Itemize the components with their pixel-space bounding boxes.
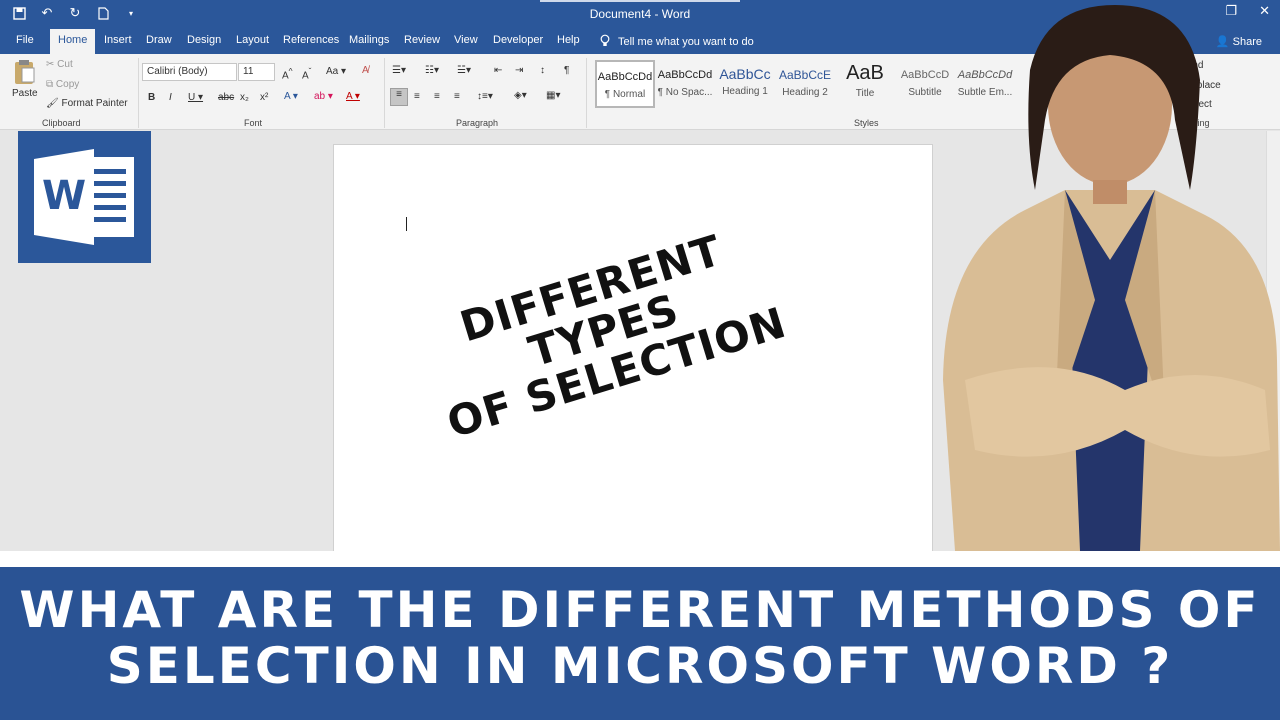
style-heading-1[interactable]: AaBbCc Heading 1 [715,60,775,108]
sort-icon[interactable]: ↕ [540,65,545,76]
tab-review[interactable]: Review [404,34,440,46]
format-painter-label: Format Painter [61,98,128,109]
banner-line-2: SELECTION IN MICROSOFT WORD ? [106,637,1174,695]
bullets-icon[interactable]: ☰▾ [392,65,406,76]
shading-icon[interactable]: ◈▾ [514,90,527,101]
lightbulb-icon [600,34,610,50]
style-no-spacing[interactable]: AaBbCcDd ¶ No Spac... [655,60,715,108]
tab-layout[interactable]: Layout [236,34,269,46]
word-logo: W [18,131,151,263]
tab-help[interactable]: Help [557,34,580,46]
bold-icon[interactable]: B [148,92,155,103]
presenter-figure-icon [943,5,1280,551]
align-right-icon[interactable]: ≡ [434,91,440,102]
document-page[interactable]: DIFFERENT TYPES OF SELECTION [333,144,933,564]
font-size-select[interactable]: 11 [238,63,275,81]
scissors-icon: ✂ [46,59,58,70]
multilevel-list-icon[interactable]: ☱▾ [457,65,471,76]
separator [138,58,139,128]
font-size-value: 11 [243,66,254,77]
text-effects-icon[interactable]: A ▾ [284,91,298,102]
line-spacing-icon[interactable]: ↕≡▾ [477,91,493,102]
separator [586,58,587,128]
strikethrough-icon[interactable]: abc [218,92,234,103]
style-normal[interactable]: AaBbCcDd ¶ Normal [595,60,655,108]
style-label: ¶ No Spac... [657,87,713,98]
tab-view[interactable]: View [454,34,478,46]
style-label: Heading 2 [782,87,828,98]
style-sample: AaBbCc [719,66,771,82]
font-group-label: Font [244,118,263,128]
thumbnail-stage: ↶ ↻ ▾ Document4 - Word ❐ ✕ File Home Ins… [0,0,1280,720]
format-painter-button[interactable]: 🖌 Format Painter [46,98,128,109]
paste-icon[interactable] [12,58,36,86]
cut-button[interactable]: ✂ Cut [46,59,73,70]
font-family-select[interactable]: Calibri (Body) [142,63,237,81]
title-accent [540,0,740,2]
italic-icon[interactable]: I [169,92,172,103]
superscript-icon[interactable]: x² [260,92,268,103]
tab-file[interactable]: File [16,34,34,46]
borders-icon[interactable]: ▦▾ [546,90,560,101]
copy-label: Copy [55,79,80,90]
copy-icon: ⧉ [46,79,56,90]
paragraph-group-label: Paragraph [456,118,499,128]
style-sample: AaBbCcDd [597,71,653,83]
style-sample: AaBbCcE [778,68,832,82]
style-label: Heading 1 [722,86,768,97]
tell-me-box[interactable]: Tell me what you want to do [600,34,754,50]
style-sample: AaBbCcDd [657,69,713,81]
numbering-icon[interactable]: ☷▾ [425,65,439,76]
decrease-indent-icon[interactable]: ⇤ [494,65,502,76]
tab-design[interactable]: Design [187,34,221,46]
svg-text:W: W [42,173,86,219]
change-case-icon[interactable]: Aa ▾ [326,66,346,77]
grow-font-icon[interactable]: A^ [282,66,293,81]
underline-icon[interactable]: U ▾ [188,92,203,103]
tab-home[interactable]: Home [50,29,96,54]
font-color-icon[interactable]: A ▾ [346,91,360,102]
style-label: ¶ Normal [604,89,646,100]
pilcrow-icon[interactable]: ¶ [564,65,569,76]
title-banner: WHAT ARE THE DIFFERENT METHODS OF SELECT… [0,564,1280,720]
justify-icon[interactable]: ≡ [454,91,460,102]
brush-icon: 🖌 [46,98,62,109]
word-logo-icon: W [34,149,134,245]
align-center-icon[interactable]: ≡ [414,91,420,102]
subscript-icon[interactable]: x₂ [240,92,249,103]
tab-developer[interactable]: Developer [493,34,543,46]
separator-strip [0,551,1280,564]
style-label: Title [855,88,875,99]
banner-line-1: WHAT ARE THE DIFFERENT METHODS OF [19,581,1261,639]
clipboard-group-label: Clipboard [42,118,81,128]
style-title[interactable]: AaB Title [835,60,895,108]
cut-label: Cut [57,59,73,70]
copy-button[interactable]: ⧉ Copy [46,79,79,90]
shrink-font-icon[interactable]: Aˇ [302,66,311,81]
overlay-caption: DIFFERENT TYPES OF SELECTION [403,212,805,450]
text-cursor [406,217,407,231]
style-heading-2[interactable]: AaBbCcE Heading 2 [775,60,835,108]
presenter-photo [935,0,1280,551]
styles-group-label: Styles [854,118,879,128]
clear-formatting-icon[interactable]: A̸ [362,65,369,76]
tab-insert[interactable]: Insert [104,34,132,46]
tab-references[interactable]: References [283,34,339,46]
separator [384,58,385,128]
tab-mailings[interactable]: Mailings [349,34,389,46]
increase-indent-icon[interactable]: ⇥ [515,65,523,76]
paste-button[interactable]: Paste [12,88,38,99]
align-left-icon[interactable]: ≡ [390,88,408,106]
font-family-value: Calibri (Body) [147,66,208,77]
highlight-icon[interactable]: ab ▾ [314,91,333,102]
tab-draw[interactable]: Draw [146,34,172,46]
style-sample: AaB [846,62,884,84]
tell-me-label: Tell me what you want to do [618,36,754,48]
